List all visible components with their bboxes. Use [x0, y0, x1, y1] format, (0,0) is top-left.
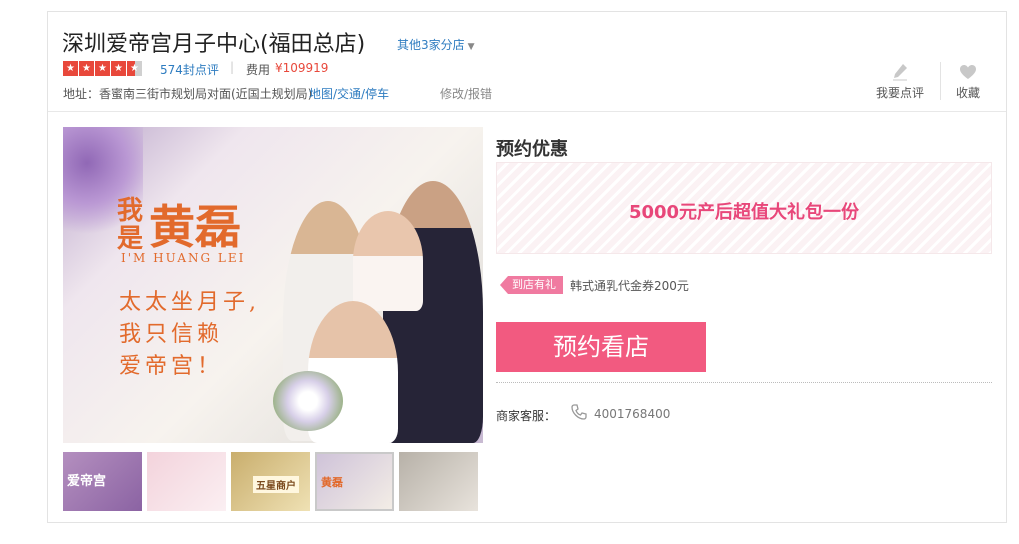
family-portrait — [263, 171, 483, 443]
customer-service-label: 商家客服： — [496, 409, 557, 423]
gift-text: 韩式通乳代金券200元 — [570, 279, 689, 293]
headline-english: I'M HUANG LEI — [121, 251, 246, 265]
store-header: 深圳爱帝宫月子中心(福田总店) 其他3家分店 ▼ ★ ★ ★ ★ ★ 574封点评… — [48, 12, 1006, 112]
phone-number[interactable]: 4001768400 — [594, 407, 670, 421]
headline-prefix: 我是 — [117, 196, 144, 254]
store-card: 深圳爱帝宫月子中心(福田总店) 其他3家分店 ▼ ★ ★ ★ ★ ★ 574封点评… — [47, 11, 1007, 523]
slogan-line: 我只信赖 — [119, 322, 224, 347]
bouquet — [273, 371, 343, 431]
favorite-label: 收藏 — [955, 86, 980, 100]
half-star-icon: ★ — [127, 61, 142, 76]
slogan-line: 太太坐月子, — [119, 290, 260, 315]
thumbnail[interactable] — [147, 452, 226, 511]
thumbnail[interactable]: 爱帝宫 — [63, 452, 142, 511]
promo-text: 5000元产后超值大礼包一份 — [628, 202, 860, 223]
thumbnail[interactable] — [399, 452, 478, 511]
star-icon: ★ — [79, 61, 94, 76]
promo-box: 5000元产后超值大礼包一份 — [496, 162, 992, 254]
book-visit-button[interactable]: 预约看店 — [496, 322, 706, 372]
store-title: 深圳爱帝宫月子中心(福田总店) — [62, 32, 366, 57]
review-count-link[interactable]: 574封点评 — [160, 61, 219, 78]
thumbnail-label: 黄磊 — [321, 476, 343, 489]
thumbnail-label: 五星商户 — [253, 476, 299, 493]
chevron-down-icon: ▼ — [467, 42, 475, 52]
gift-tag: 到店有礼 — [500, 276, 563, 294]
baby-figure — [353, 211, 423, 311]
thumbnail-strip: 爱帝宫 五星商户 黄磊 — [63, 452, 478, 511]
star-icon: ★ — [95, 61, 110, 76]
star-rating: ★ ★ ★ ★ ★ — [63, 61, 142, 76]
dotted-divider — [496, 382, 992, 383]
other-branches-link[interactable]: 其他3家分店 ▼ — [397, 36, 475, 53]
thumbnail-label: 爱帝宫 — [67, 474, 107, 489]
divider: | — [230, 60, 235, 74]
thumbnail[interactable]: 五星商户 — [231, 452, 310, 511]
headline-name: 黄磊 — [149, 200, 241, 254]
write-review-button[interactable]: 我要点评 — [870, 62, 930, 101]
star-icon: ★ — [111, 61, 126, 76]
edit-report-link[interactable]: 修改/报错 — [440, 85, 492, 102]
map-traffic-parking-link[interactable]: 地图/交通/停车 — [309, 85, 389, 102]
address: 地址：香蜜南三街市规划局对面(近国土规划局) — [63, 87, 313, 101]
slogan-line: 爱帝宫！ — [119, 354, 224, 379]
other-branches-label: 其他3家分店 — [397, 38, 465, 52]
favorite-button[interactable]: 收藏 — [938, 62, 998, 101]
slogan: 太太坐月子, 我只信赖 爱帝宫！ — [119, 287, 260, 383]
fee-label: 费用 — [246, 63, 271, 77]
star-icon: ★ — [63, 61, 78, 76]
fee-value: ¥109919 — [275, 61, 329, 75]
write-review-label: 我要点评 — [875, 86, 924, 100]
heart-icon — [938, 62, 998, 82]
booking-section-title: 预约优惠 — [496, 139, 568, 160]
pencil-icon — [870, 62, 930, 82]
phone-icon — [570, 403, 588, 421]
thumbnail-selected[interactable]: 黄磊 — [315, 452, 394, 511]
main-photo[interactable]: 我是 黄磊 I'M HUANG LEI 太太坐月子, 我只信赖 爱帝宫！ — [63, 127, 483, 443]
